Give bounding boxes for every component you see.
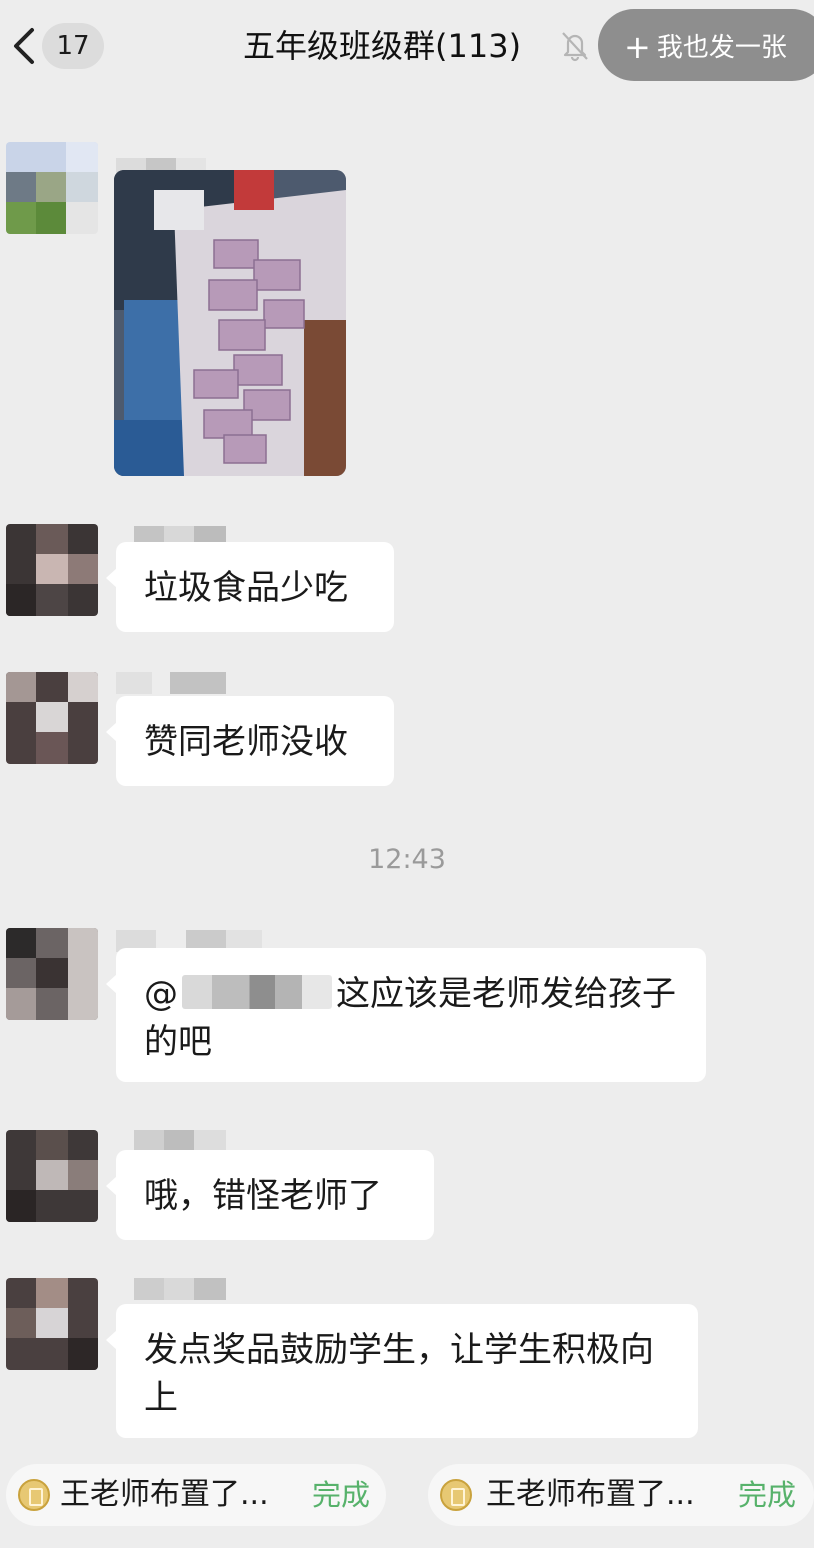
message-bubble[interactable]: 赞同老师没收 bbox=[106, 696, 394, 786]
sender-name-blurred bbox=[116, 672, 226, 694]
chat-title: 五年级班级群(113) bbox=[243, 27, 522, 65]
share-photo-label: 我也发一张 bbox=[656, 33, 787, 63]
assignment-icon bbox=[18, 1479, 50, 1511]
mentioned-user-blurred[interactable] bbox=[182, 975, 332, 1009]
unread-count-badge[interactable]: 17 bbox=[42, 23, 104, 69]
message-bubble[interactable]: 哦，错怪老师了 bbox=[106, 1150, 434, 1240]
task-bar: 王老师布置了... 完成 王老师布置了... 完成 bbox=[0, 1444, 814, 1548]
avatar[interactable] bbox=[6, 1278, 98, 1370]
sender-name-blurred bbox=[134, 1278, 226, 1300]
chevron-left-icon[interactable] bbox=[6, 24, 42, 68]
task-label: 王老师布置了... bbox=[486, 1477, 695, 1512]
timestamp: 12:43 bbox=[368, 844, 446, 875]
chat-header: 17 五年级班级群(113) + 我也发一张 bbox=[0, 0, 814, 96]
message-bubble[interactable]: 垃圾食品少吃 bbox=[106, 542, 394, 632]
sender-name-blurred bbox=[134, 1130, 226, 1152]
avatar[interactable] bbox=[6, 524, 98, 616]
task-chip[interactable]: 王老师布置了... 完成 bbox=[428, 1464, 814, 1526]
bell-off-icon bbox=[562, 32, 588, 62]
plus-icon: + bbox=[624, 28, 651, 66]
task-status[interactable]: 完成 bbox=[312, 1464, 370, 1526]
assignment-icon bbox=[440, 1479, 472, 1511]
avatar[interactable] bbox=[6, 1130, 98, 1222]
message-bubble[interactable]: @ 这应该是老师发给孩子的吧 bbox=[106, 948, 706, 1082]
share-photo-button[interactable]: + 我也发一张 bbox=[598, 9, 814, 81]
message-bubble[interactable]: 发点奖品鼓励学生，让学生积极向上 bbox=[106, 1304, 698, 1438]
task-chip[interactable]: 王老师布置了... 完成 bbox=[6, 1464, 386, 1526]
photo-message[interactable] bbox=[114, 170, 346, 476]
avatar[interactable] bbox=[6, 672, 98, 764]
task-status[interactable]: 完成 bbox=[738, 1464, 796, 1526]
photo-of-snack-packets bbox=[114, 170, 346, 476]
task-label: 王老师布置了... bbox=[60, 1477, 269, 1512]
avatar[interactable] bbox=[6, 142, 98, 234]
mention-at: @ bbox=[144, 974, 178, 1014]
avatar[interactable] bbox=[6, 928, 98, 1020]
